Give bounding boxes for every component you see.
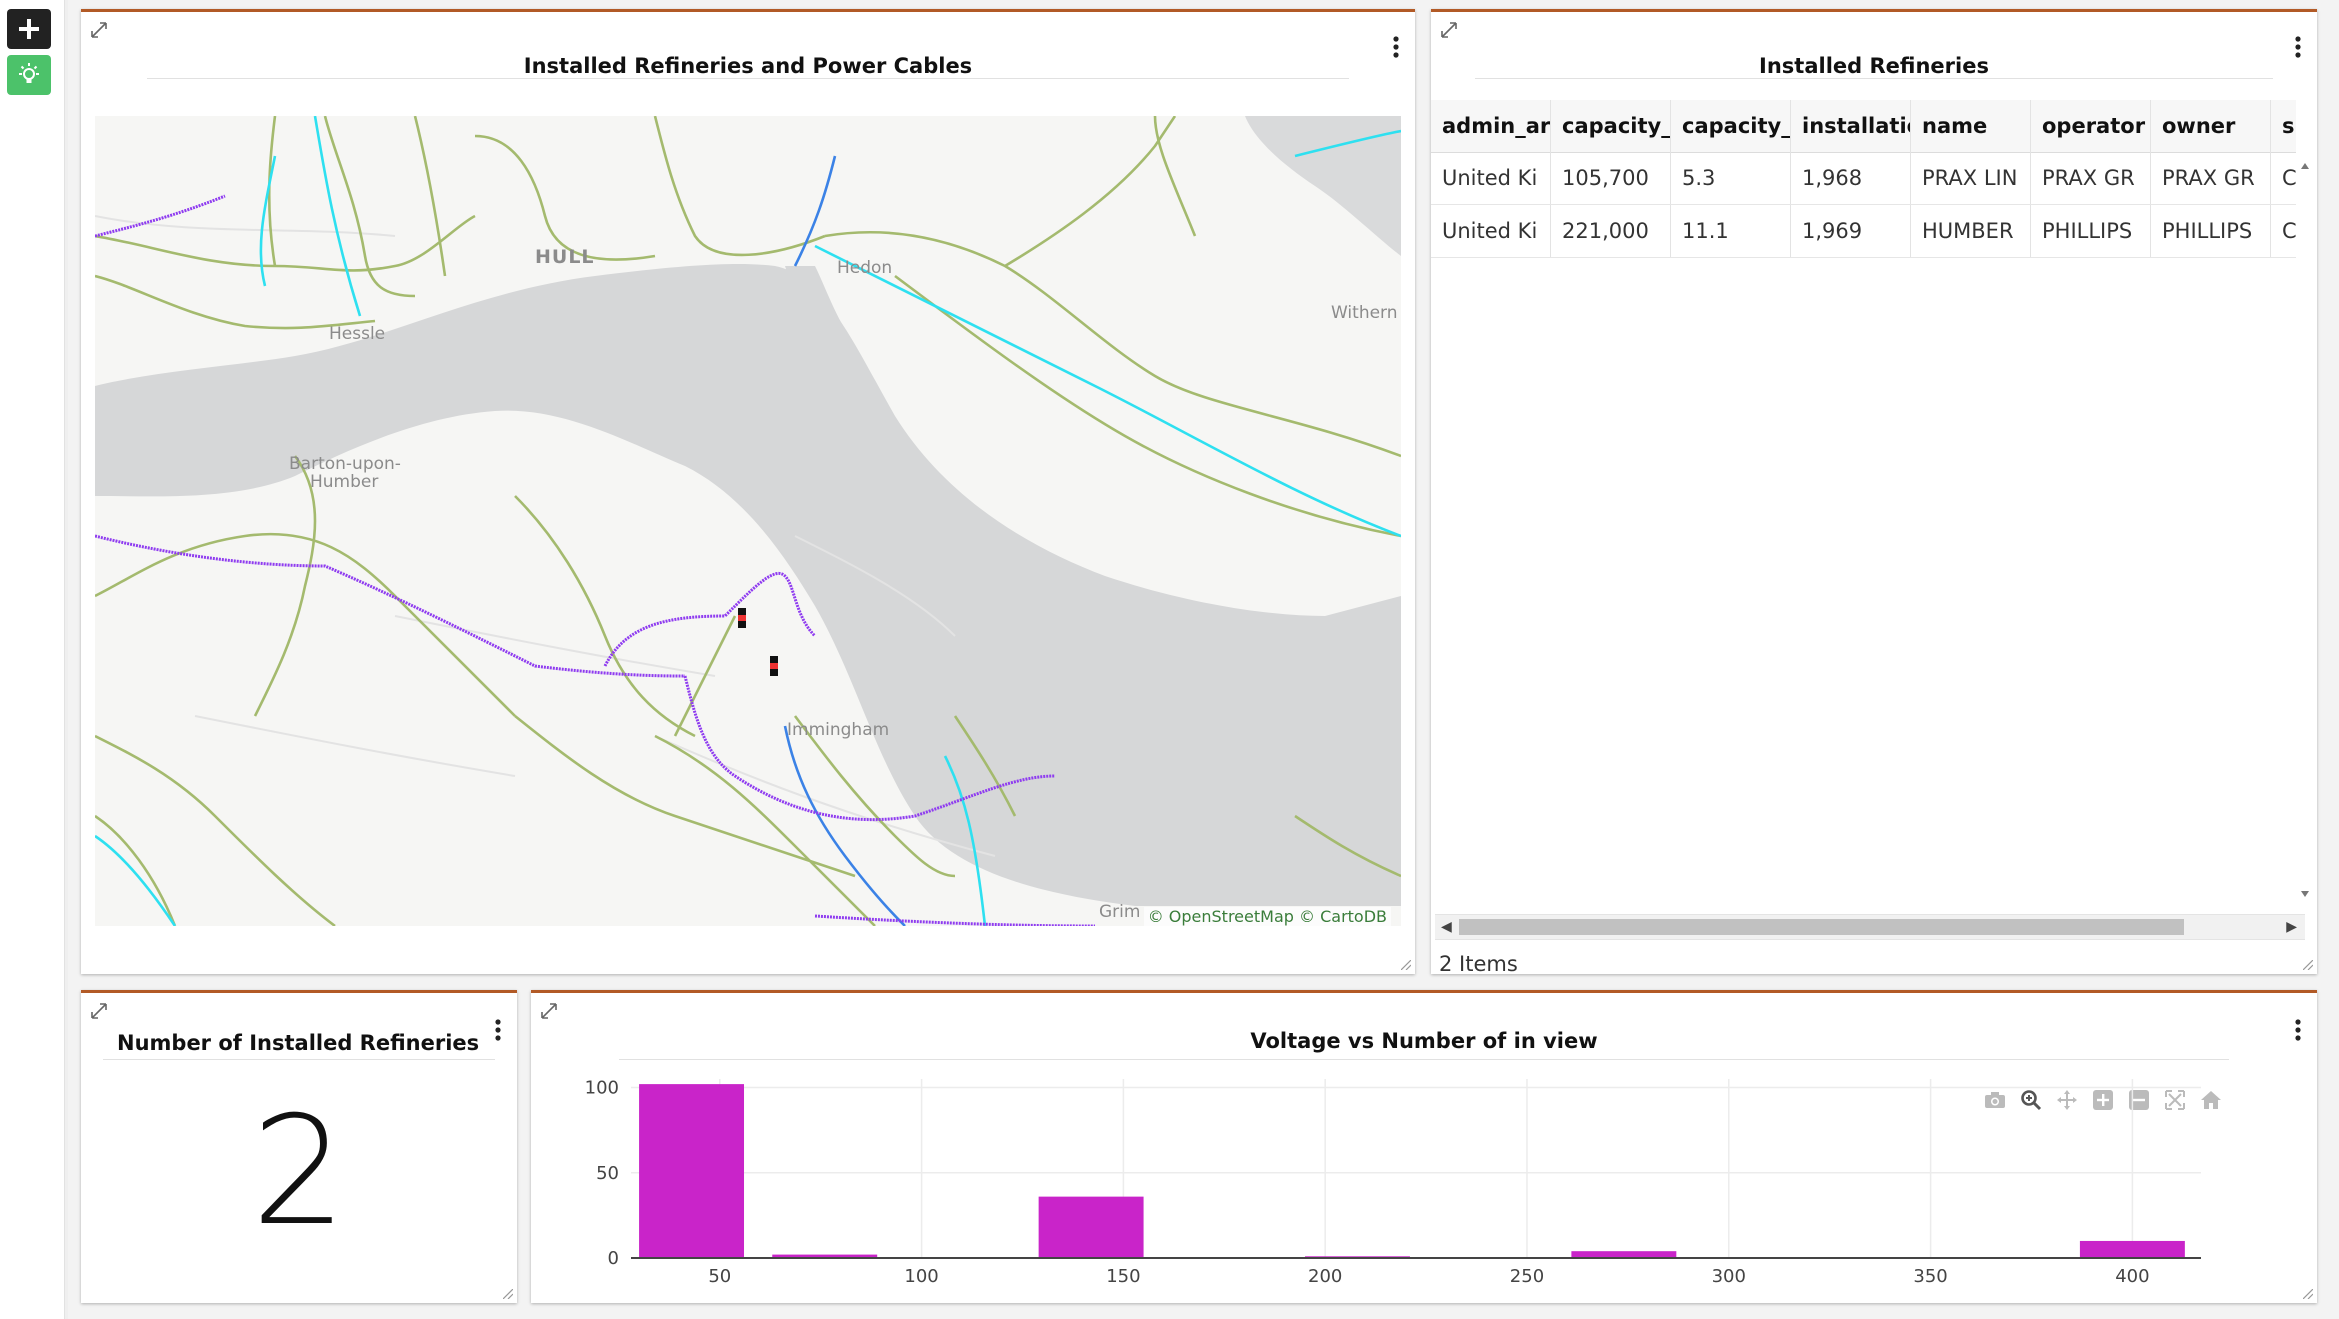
- map-card-title: Installed Refineries and Power Cables: [523, 54, 973, 78]
- table-row[interactable]: United Ki 105,700 5.3 1,968 PRAX LIN PRA…: [1431, 152, 2296, 205]
- table-card-title: Installed Refineries: [1759, 54, 1989, 78]
- place-label: Humber: [310, 472, 379, 492]
- map-attribution: © OpenStreetMap © CartoDB: [1143, 907, 1391, 926]
- resize-handle-icon[interactable]: [503, 1289, 513, 1299]
- humber-estuary: [95, 264, 1401, 907]
- table-cell: 105,700: [1551, 152, 1671, 204]
- x-tick-label: 350: [1913, 1266, 1947, 1287]
- table-cell: PRAX GR: [2031, 152, 2151, 204]
- x-tick-label: 250: [1510, 1266, 1544, 1287]
- resize-handle-icon[interactable]: [2303, 960, 2313, 970]
- horizontal-scrollbar[interactable]: ◀ ▶: [1435, 914, 2305, 940]
- table-cell: PRAX LIN: [1911, 152, 2031, 204]
- x-tick-label: 100: [904, 1266, 938, 1287]
- expand-icon[interactable]: [89, 1001, 109, 1021]
- x-tick-label: 300: [1712, 1266, 1746, 1287]
- x-tick-label: 150: [1106, 1266, 1140, 1287]
- theme-toggle-button[interactable]: [7, 55, 51, 95]
- histogram-bar[interactable]: [1571, 1251, 1677, 1258]
- row-count: 2 Items: [1439, 952, 1518, 976]
- map-card: Installed Refineries and Power Cables HU…: [81, 9, 1415, 974]
- y-tick-label: 100: [585, 1078, 619, 1099]
- scroll-left-icon[interactable]: ◀: [1441, 919, 1452, 935]
- table-cell: PRAX GR: [2151, 152, 2271, 204]
- column-header[interactable]: capacity_l: [1551, 100, 1671, 152]
- table-cell: PHILLIPS: [2031, 205, 2151, 257]
- table-cell: PHILLIPS: [2151, 205, 2271, 257]
- x-tick-label: 200: [1308, 1266, 1342, 1287]
- place-label: Hessle: [329, 324, 386, 344]
- kebab-menu-icon[interactable]: [1391, 34, 1401, 60]
- place-label: Withern: [1331, 303, 1398, 323]
- chart-card: Voltage vs Number of in view 50 100 150 …: [531, 990, 2317, 1303]
- title-divider: [147, 78, 1349, 79]
- title-divider: [1475, 78, 2273, 79]
- table-cell: 1,969: [1791, 205, 1911, 257]
- place-label: Hedon: [837, 258, 893, 278]
- plus-icon: [19, 19, 39, 39]
- title-divider: [103, 1059, 495, 1060]
- resize-handle-icon[interactable]: [1401, 960, 1411, 970]
- kpi-value: 2: [251, 1085, 347, 1259]
- x-tick-label: 400: [2115, 1266, 2149, 1287]
- column-header[interactable]: capacity_r: [1671, 100, 1791, 152]
- kebab-menu-icon[interactable]: [493, 1017, 503, 1043]
- add-widget-button[interactable]: [7, 9, 51, 49]
- kebab-menu-icon[interactable]: [2293, 34, 2303, 60]
- map-view[interactable]: HULL Hedon Hessle Barton-upon- Humber Im…: [95, 116, 1401, 926]
- lightbulb-icon: [19, 63, 39, 83]
- table-cell: HUMBER: [1911, 205, 2031, 257]
- carto-attribution-link[interactable]: © CartoDB: [1299, 907, 1387, 926]
- table-cell: 221,000: [1551, 205, 1671, 257]
- table-row[interactable]: United Ki 221,000 11.1 1,969 HUMBER PHIL…: [1431, 205, 2296, 258]
- column-header[interactable]: admin_are: [1431, 100, 1551, 152]
- place-label: HULL: [535, 246, 595, 268]
- place-label: Immingham: [787, 720, 890, 740]
- grid-header-row: admin_are capacity_l capacity_r installa…: [1431, 100, 2296, 153]
- table-cell: 5.3: [1671, 152, 1791, 204]
- map-canvas[interactable]: [95, 116, 1401, 926]
- x-tick-label: 50: [708, 1266, 731, 1287]
- place-label: Grim: [1099, 902, 1141, 922]
- resize-handle-icon[interactable]: [2303, 1289, 2313, 1299]
- refinery-marker[interactable]: [738, 608, 746, 628]
- table-cell: 11.1: [1671, 205, 1791, 257]
- table-card: Installed Refineries admin_are capacity_…: [1431, 9, 2317, 976]
- column-header[interactable]: owner: [2151, 100, 2271, 152]
- table-cell: United Ki: [1431, 205, 1551, 257]
- left-toolbar: [0, 0, 65, 1319]
- expand-icon[interactable]: [89, 20, 109, 40]
- table-cell: United Ki: [1431, 152, 1551, 204]
- osm-attribution-link[interactable]: © OpenStreetMap: [1148, 907, 1294, 926]
- table-cell: C: [2271, 205, 2296, 257]
- scrollbar-thumb[interactable]: [1459, 919, 2184, 935]
- scroll-right-icon[interactable]: ▶: [2286, 919, 2297, 935]
- place-label: Barton-upon-: [289, 454, 401, 474]
- dashboard-canvas: Installed Refineries and Power Cables HU…: [68, 0, 2339, 1319]
- kpi-title: Number of Installed Refineries in view: [117, 1031, 487, 1055]
- column-header[interactable]: s: [2271, 100, 2296, 152]
- histogram-bar[interactable]: [639, 1084, 745, 1258]
- histogram-bar[interactable]: [1038, 1196, 1144, 1258]
- column-header[interactable]: name: [1911, 100, 2031, 152]
- expand-icon[interactable]: [1439, 20, 1459, 40]
- bar-chart[interactable]: 50 100 150 200 250 300 350 400 0 50 100: [531, 993, 2317, 1306]
- column-header[interactable]: installatio: [1791, 100, 1911, 152]
- column-header[interactable]: operator: [2031, 100, 2151, 152]
- refinery-marker[interactable]: [770, 656, 778, 676]
- y-tick-label: 50: [596, 1163, 619, 1184]
- table-cell: 1,968: [1791, 152, 1911, 204]
- vertical-scrollbar[interactable]: [2299, 157, 2311, 902]
- table-cell: C: [2271, 152, 2296, 204]
- kpi-card: Number of Installed Refineries in view 2: [81, 990, 517, 1303]
- data-grid[interactable]: admin_are capacity_l capacity_r installa…: [1431, 100, 2296, 900]
- histogram-bar[interactable]: [2079, 1240, 2185, 1258]
- y-tick-label: 0: [608, 1248, 619, 1269]
